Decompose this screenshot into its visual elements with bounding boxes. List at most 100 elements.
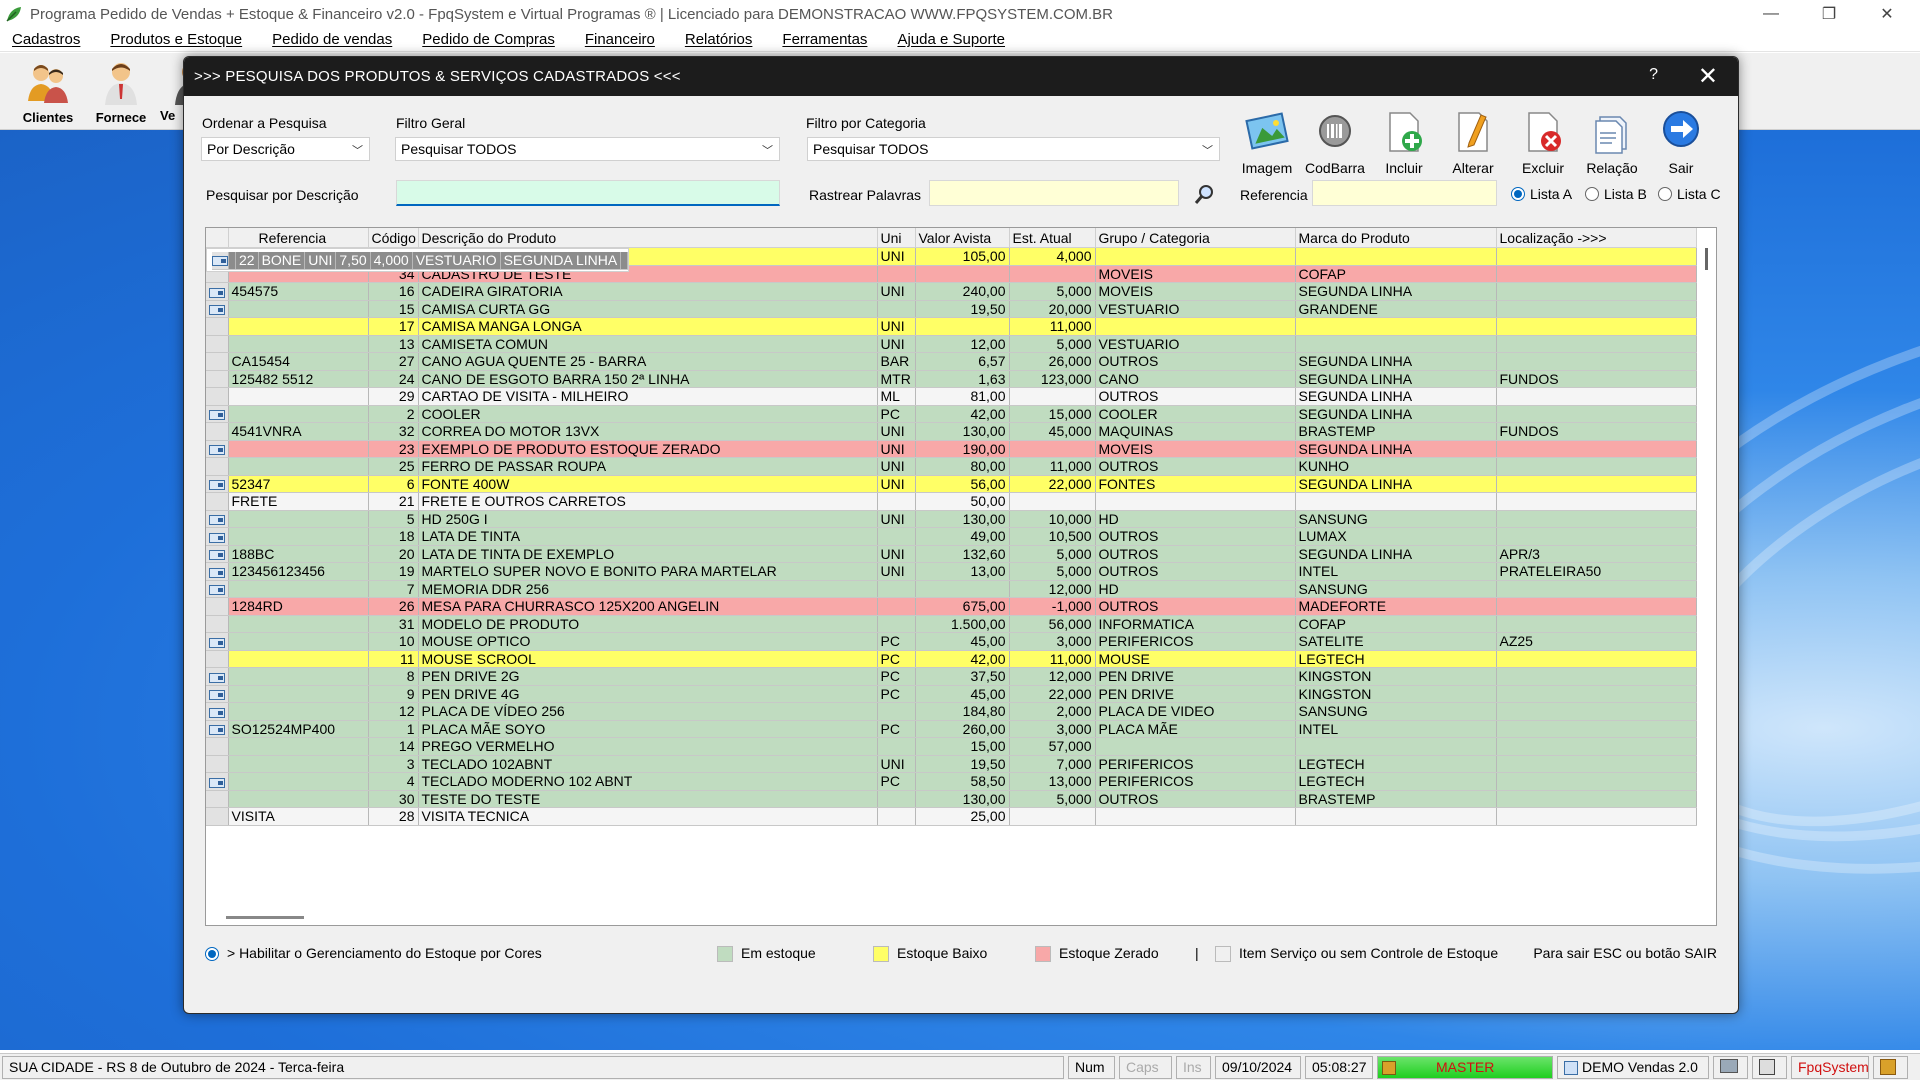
status-calculator-box[interactable] xyxy=(1752,1056,1787,1079)
row-indicator[interactable] xyxy=(206,527,229,546)
report-button[interactable]: Relação xyxy=(1581,109,1643,176)
reference-input[interactable] xyxy=(1312,180,1497,206)
table-row[interactable]: SO12524MP400 1 PLACA MÃE SOYO PC 260,00 3,000… xyxy=(206,720,1697,738)
row-indicator[interactable] xyxy=(206,755,229,773)
col-marca[interactable]: Marca do Produto xyxy=(1295,228,1497,248)
toolbar-fornece-button[interactable]: Fornece xyxy=(86,59,156,125)
table-row[interactable]: 125482 5512 24 CANO DE ESGOTO BARRA 150 2ª… xyxy=(206,370,1697,388)
table-row[interactable]: 4541VNRA 32 CORREA DO MOTOR 13VX UNI 130,00 4… xyxy=(206,422,1697,441)
table-row[interactable]: 23 EXEMPLO DE PRODUTO ESTOQUE ZERADO UNI 19… xyxy=(206,440,1697,458)
col-grupo[interactable]: Grupo / Categoria xyxy=(1095,228,1296,248)
minimize-button[interactable]: — xyxy=(1742,0,1800,28)
row-indicator[interactable] xyxy=(206,545,229,563)
restore-button[interactable]: ❐ xyxy=(1800,0,1858,28)
row-indicator[interactable] xyxy=(206,387,229,406)
table-row[interactable]: 25 FERRO DE PASSAR ROUPA UNI 80,00 11,000 OUT… xyxy=(206,457,1697,476)
image-button[interactable]: Imagem xyxy=(1236,109,1298,176)
row-indicator[interactable] xyxy=(206,510,229,528)
menu-ajuda-suporte[interactable]: Ajuda e Suporte xyxy=(897,31,1005,48)
row-indicator[interactable] xyxy=(206,702,229,721)
order-select[interactable]: Por Descrição ﹀ xyxy=(201,137,370,161)
menu-cadastros[interactable]: Cadastros xyxy=(12,31,80,48)
toolbar-clientes-button[interactable]: Clientes xyxy=(13,59,83,125)
table-row[interactable]: VISITA 28 VISITA TECNICA 25,00 xyxy=(206,807,1697,826)
table-row[interactable]: 123456123456 19 MARTELO SUPER NOVO E BONIT… xyxy=(206,562,1697,581)
category-select[interactable]: Pesquisar TODOS ﹀ xyxy=(807,137,1220,161)
table-row[interactable]: 9 PEN DRIVE 4G PC 45,00 22,000 PEN DRIVE KINGS… xyxy=(206,685,1697,703)
row-indicator[interactable] xyxy=(206,317,229,336)
row-indicator[interactable] xyxy=(206,370,229,388)
exit-button[interactable]: Sair xyxy=(1650,109,1712,176)
col-valor[interactable]: Valor Avista xyxy=(915,228,1010,248)
close-window-button[interactable]: ✕ xyxy=(1858,0,1916,28)
table-row[interactable]: 15 CAMISA CURTA GG 19,50 20,000 VESTUARIO GRA… xyxy=(206,300,1697,318)
table-row[interactable]: 188BC 20 LATA DE TINTA DE EXEMPLO UNI 132,60… xyxy=(206,545,1697,563)
row-indicator[interactable] xyxy=(206,720,229,738)
row-indicator[interactable] xyxy=(206,562,229,581)
table-row[interactable]: 12 PLACA DE VÍDEO 256 184,80 2,000 PLACA DE … xyxy=(206,702,1697,721)
row-indicator[interactable] xyxy=(206,685,229,703)
row-indicator[interactable] xyxy=(206,422,229,441)
table-row[interactable]: 3 TECLADO 102ABNT UNI 19,50 7,000 PERIFERICOS… xyxy=(206,755,1697,773)
table-row[interactable]: 52347 6 FONTE 400W UNI 56,00 22,000 FONTES SEGU… xyxy=(206,475,1697,493)
row-indicator[interactable] xyxy=(206,632,229,651)
menu-relatorios[interactable]: Relatórios xyxy=(685,31,753,48)
list-a-radio[interactable]: Lista A xyxy=(1511,186,1572,202)
row-indicator[interactable] xyxy=(206,772,229,791)
list-b-radio[interactable]: Lista B xyxy=(1585,186,1647,202)
row-indicator[interactable] xyxy=(206,352,229,371)
dialog-close-button[interactable]: ✕ xyxy=(1698,62,1718,91)
row-indicator[interactable] xyxy=(206,335,229,353)
table-row[interactable]: 8 PEN DRIVE 2G PC 37,50 12,000 PEN DRIVE KINGS… xyxy=(206,667,1697,686)
list-c-radio[interactable]: Lista C xyxy=(1658,186,1721,202)
barcode-button[interactable]: CodBarra xyxy=(1304,109,1366,176)
edit-button[interactable]: Alterar xyxy=(1442,109,1504,176)
table-row[interactable]: FRETE 21 FRETE E OUTROS CARRETOS 50,00 xyxy=(206,492,1697,511)
col-uni[interactable]: Uni xyxy=(877,228,916,248)
table-row[interactable]: 11 MOUSE SCROOL PC 42,00 11,000 MOUSE LEGTECH xyxy=(206,650,1697,668)
row-indicator[interactable] xyxy=(206,457,229,476)
col-codigo[interactable]: Código xyxy=(368,228,419,248)
col-referencia[interactable]: Referencia xyxy=(228,228,369,248)
row-indicator[interactable] xyxy=(206,405,229,423)
horizontal-scrollbar[interactable] xyxy=(226,916,304,919)
delete-button[interactable]: Excluir xyxy=(1512,109,1574,176)
row-indicator[interactable] xyxy=(206,475,229,493)
table-row[interactable]: 1284RD 26 MESA PARA CHURRASCO 125X200 ANGE… xyxy=(206,597,1697,616)
row-indicator[interactable] xyxy=(206,440,229,458)
row-indicator[interactable] xyxy=(206,492,229,511)
row-indicator[interactable] xyxy=(206,650,229,668)
table-row[interactable]: 22 BONE UNI 7,50 4,000 VESTUARIO SEGUNDA LINHA xyxy=(206,247,630,272)
menu-ferramentas[interactable]: Ferramentas xyxy=(782,31,867,48)
table-row[interactable]: 18 LATA DE TINTA 49,00 10,500 OUTROS LUMAX xyxy=(206,527,1697,546)
status-gift-box[interactable] xyxy=(1873,1056,1908,1079)
table-row[interactable]: CA15454 27 CANO AGUA QUENTE 25 - BARRA BAR 6… xyxy=(206,352,1697,371)
table-row[interactable]: 5 HD 250G I UNI 130,00 10,000 HD SANSUNG xyxy=(206,510,1697,528)
menu-produtos-estoque[interactable]: Produtos e Estoque xyxy=(110,31,242,48)
table-row[interactable]: 29 CARTAO DE VISITA - MILHEIRO ML 81,00 OUTR… xyxy=(206,387,1697,406)
row-indicator[interactable] xyxy=(206,282,229,301)
search-input[interactable] xyxy=(396,180,780,206)
table-row[interactable]: 2 COOLER PC 42,00 15,000 COOLER SEGUNDA LINHA xyxy=(206,405,1697,423)
row-indicator[interactable] xyxy=(206,597,229,616)
col-localizacao[interactable]: Localização ->>> xyxy=(1496,228,1697,248)
menu-pedido-vendas[interactable]: Pedido de vendas xyxy=(272,31,392,48)
table-row[interactable]: 10 MOUSE OPTICO PC 45,00 3,000 PERIFERICOS SAT… xyxy=(206,632,1697,651)
row-indicator[interactable] xyxy=(212,251,229,270)
help-button[interactable]: ? xyxy=(1649,66,1658,84)
col-estoque[interactable]: Est. Atual xyxy=(1009,228,1096,248)
table-row[interactable]: 7 MEMORIA DDR 256 12,000 HD SANSUNG xyxy=(206,580,1697,598)
row-indicator[interactable] xyxy=(206,580,229,598)
table-row[interactable]: 31 MODELO DE PRODUTO 1.500,00 56,000 INFORMA… xyxy=(206,615,1697,633)
filter-select[interactable]: Pesquisar TODOS ﹀ xyxy=(395,137,780,161)
row-indicator[interactable] xyxy=(206,300,229,318)
row-indicator[interactable] xyxy=(206,790,229,808)
row-indicator[interactable] xyxy=(206,737,229,756)
status-network-icon-box[interactable] xyxy=(1713,1056,1748,1079)
table-row[interactable]: 454575 16 CADEIRA GIRATORIA UNI 240,00 5,000 M… xyxy=(206,282,1697,301)
table-row[interactable]: 4 TECLADO MODERNO 102 ABNT PC 58,50 13,000 PE… xyxy=(206,772,1697,791)
add-button[interactable]: Incluir xyxy=(1373,109,1435,176)
track-input[interactable] xyxy=(929,180,1179,206)
enable-colors-radio[interactable] xyxy=(205,947,219,961)
menu-financeiro[interactable]: Financeiro xyxy=(585,31,655,48)
